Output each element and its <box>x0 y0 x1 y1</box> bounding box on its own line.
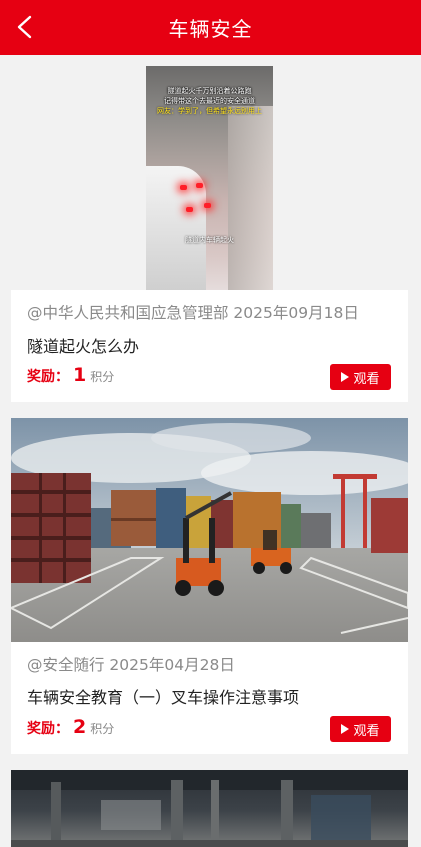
watch-label: 观看 <box>353 723 380 739</box>
video-card[interactable]: @安全随行 2025年04月28日 车辆安全教育（一）叉车操作注意事项 奖励： … <box>11 418 408 754</box>
watch-button[interactable]: 观看 <box>330 716 391 742</box>
reward-unit: 积分 <box>90 370 115 384</box>
video-thumbnail-area: 隧道起火千万别沿着公路跑 记得带这个去最近的安全通道 网友：学到了，但希望永远别… <box>11 66 408 290</box>
back-arrow-icon <box>17 15 32 39</box>
back-button[interactable] <box>8 10 42 44</box>
reward-label: 奖励： <box>27 721 69 737</box>
video-title[interactable]: 车辆安全教育（一）叉车操作注意事项 <box>27 684 299 708</box>
caption-line: 记得带这个去最近的安全通道 <box>164 97 255 105</box>
video-source-date: @安全随行 2025年04月28日 <box>27 656 235 674</box>
video-source-date: @中华人民共和国应急管理部 2025年09月18日 <box>27 304 359 322</box>
reward-value: 1 <box>73 364 87 386</box>
video-info: @中华人民共和国应急管理部 2025年09月18日 隧道起火怎么办 奖励： 1 … <box>11 290 408 402</box>
video-card[interactable] <box>11 770 408 847</box>
reward-value: 2 <box>73 716 87 738</box>
video-thumbnail[interactable] <box>11 770 408 847</box>
play-icon <box>341 372 350 382</box>
video-card[interactable]: 隧道起火千万别沿着公路跑 记得带这个去最近的安全通道 网友：学到了，但希望永远别… <box>11 66 408 402</box>
top-bar: 车辆安全 <box>0 0 421 55</box>
tail-lights <box>174 181 214 221</box>
thumbnail-caption-highlight: 网友：学到了，但希望永远别用上 <box>157 107 262 115</box>
thumbnail-caption: 隧道起火千万别沿着公路跑 记得带这个去最近的安全通道 <box>150 86 269 106</box>
reward-unit: 积分 <box>90 722 115 736</box>
video-title[interactable]: 隧道起火怎么办 <box>27 333 139 357</box>
video-thumbnail[interactable] <box>11 418 408 642</box>
thumbnail-caption-bottom: 隧道内车辆起火 <box>185 236 234 244</box>
reward-info: 奖励： 2 积分 <box>27 716 114 738</box>
page-title: 车辆安全 <box>168 17 253 41</box>
caption-line: 隧道起火千万别沿着公路跑 <box>167 87 252 95</box>
watch-button[interactable]: 观看 <box>330 364 391 390</box>
warehouse-image <box>11 770 408 847</box>
tunnel-wall <box>228 106 273 290</box>
container-yard-image <box>11 418 408 642</box>
play-icon <box>341 724 350 734</box>
video-thumbnail[interactable]: 隧道起火千万别沿着公路跑 记得带这个去最近的安全通道 网友：学到了，但希望永远别… <box>146 66 273 290</box>
watch-label: 观看 <box>353 371 380 387</box>
reward-label: 奖励： <box>27 369 69 385</box>
reward-info: 奖励： 1 积分 <box>27 364 114 386</box>
